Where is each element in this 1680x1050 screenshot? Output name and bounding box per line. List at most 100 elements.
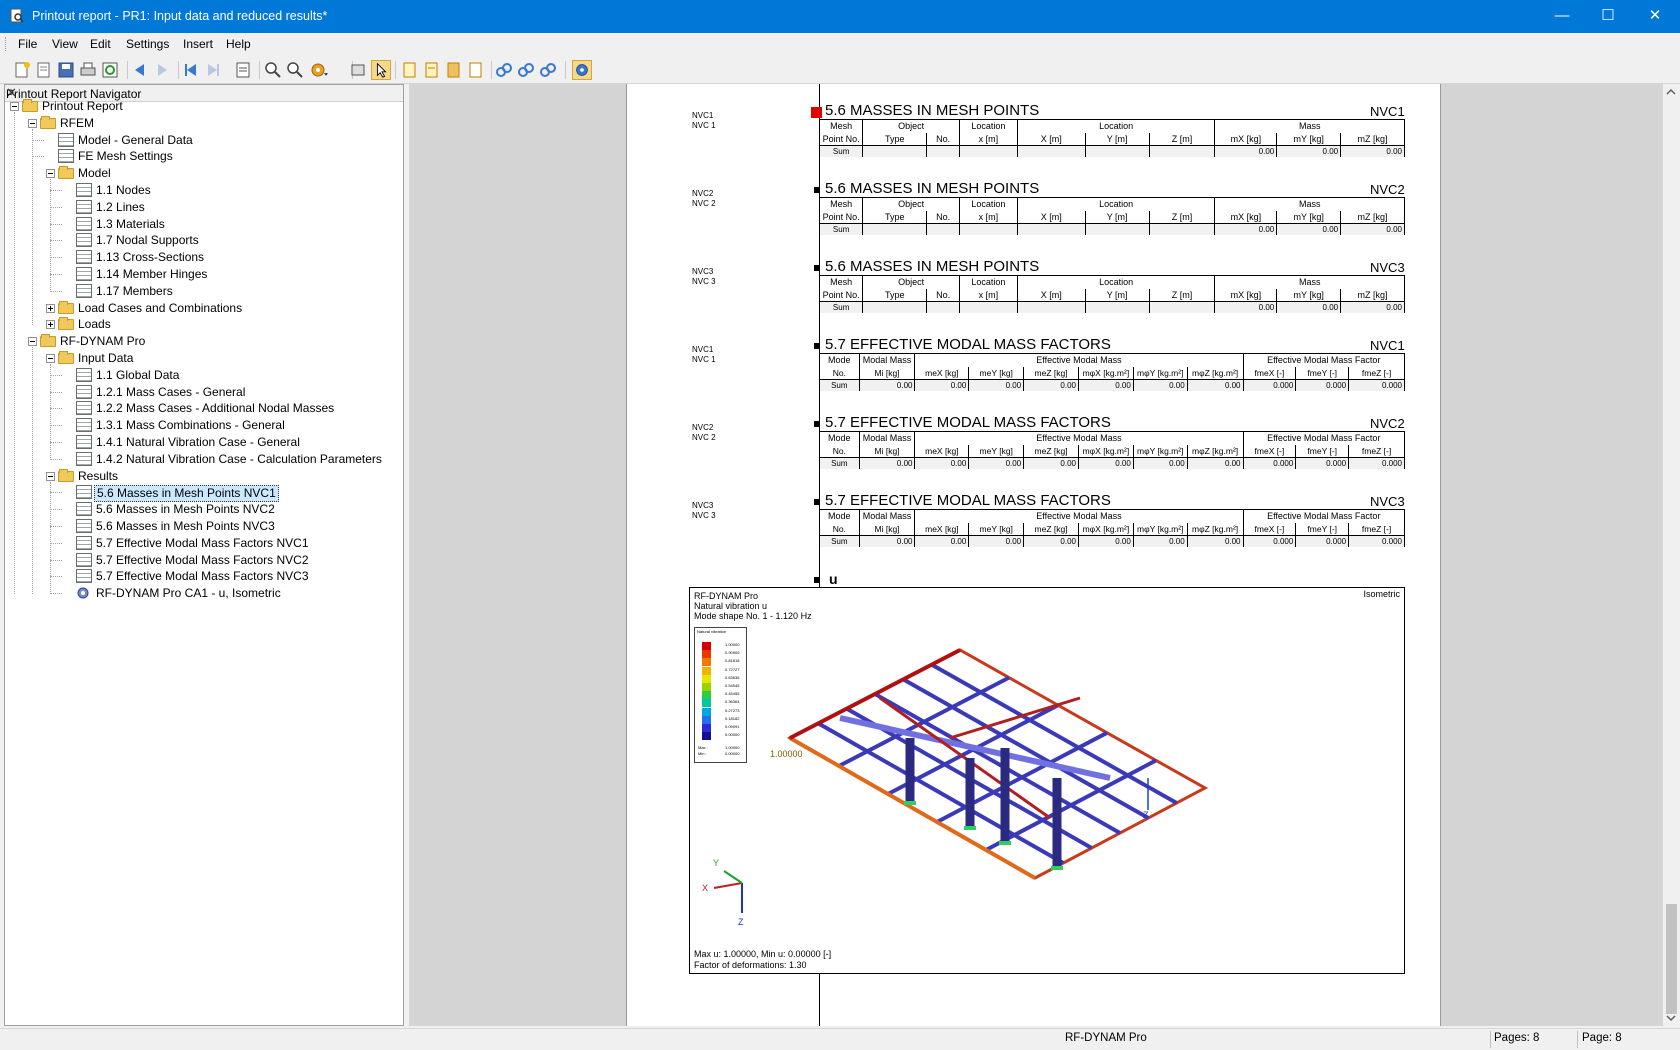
tree-item[interactable]: 1.4.2 Natural Vibration Case - Calculati… [5,451,400,469]
table-cell: 0.000 [1348,379,1405,391]
menu-edit[interactable]: Edit [90,37,111,51]
collapse-icon[interactable] [46,354,55,363]
table-header-cell: meX [kg] [914,522,970,536]
tree-item[interactable]: 5.7 Effective Modal Mass Factors NVC1 [5,535,400,553]
table-icon [76,367,92,382]
scroll-thumb[interactable] [1666,904,1677,1014]
scroll-down-icon[interactable] [1666,1014,1676,1022]
menu-file[interactable]: File [18,37,37,51]
tree-item[interactable]: 1.2 Lines [5,199,400,217]
tree-item[interactable]: 1.1 Nodes [5,182,400,200]
collapse-icon[interactable] [46,471,55,481]
last-page-icon[interactable] [203,60,223,80]
collapse-icon[interactable] [46,169,55,179]
link-edit-icon[interactable] [516,60,536,80]
table-cell: 0.000 [1243,535,1297,547]
scroll-up-icon[interactable] [1666,88,1676,96]
tree-item[interactable]: 5.7 Effective Modal Mass Factors NVC2 [5,552,400,570]
report-navigator: Printout Report Navigator ✕ Printout Rep… [4,84,404,1026]
table-header-row: No. Mi [kg] meX [kg] meY [kg] meZ [kg] mφX [k… [819,444,1405,458]
table-cell [1149,301,1216,313]
collapse-icon[interactable] [28,118,37,128]
collapse-icon[interactable] [10,102,19,111]
status-bar: RF-DYNAM Pro Pages: 8 Page: 8 [0,1028,1680,1050]
menu-insert[interactable]: Insert [183,37,213,51]
tree-item[interactable]: Input Data [5,350,400,368]
section-side-label: NVC2 [692,189,714,198]
tree-item[interactable]: 5.6 Masses in Mesh Points NVC1 [5,484,400,503]
tree-item[interactable]: RFEM [5,115,400,133]
table-cell: 0.00 [968,379,1025,391]
pointer-icon[interactable] [371,60,391,80]
tree-item[interactable]: 1.2.2 Mass Cases - Additional Nodal Mass… [5,400,400,418]
collapse-icon[interactable] [28,337,37,347]
refresh-icon[interactable] [100,60,120,80]
menu-settings[interactable]: Settings [126,37,169,51]
open-icon[interactable] [34,60,54,80]
tree-item[interactable]: 1.4.1 Natural Vibration Case - General [5,434,400,452]
zoom-out-icon[interactable] [285,60,305,80]
menu-help[interactable]: Help [226,37,251,51]
table-cell [1017,301,1086,313]
zoom-in-icon[interactable] [263,60,283,80]
mode-shape-graphic[interactable]: RF-DYNAM Pro Natural vibration u Mode shap… [689,587,1405,974]
page-setup-icon[interactable] [233,60,253,80]
tree-item[interactable]: Results [5,468,400,486]
tree-item[interactable]: FE Mesh Settings [5,148,400,166]
tree-item[interactable]: 1.3.1 Mass Combinations - General [5,417,400,435]
tree-item-label: RFEM [60,115,94,130]
maximize-button[interactable]: ☐ [1585,0,1631,33]
tree-item[interactable]: Printout Report [5,98,400,116]
link-icon[interactable] [494,60,514,80]
insert-text-icon[interactable] [421,60,441,80]
section-nvc: NVC2 [1370,182,1405,197]
insert-graphic-icon[interactable] [443,60,463,80]
new-report-icon[interactable] [12,60,32,80]
dynam-settings-icon[interactable] [572,60,592,80]
expand-icon[interactable] [46,303,55,313]
close-button[interactable]: ✕ [1632,0,1678,33]
section-marker [814,187,820,193]
tree-item[interactable]: RF-DYNAM Pro CA1 - u, Isometric [5,585,400,603]
settings-gear-icon[interactable] [309,60,329,80]
tree-item[interactable]: 1.2.1 Mass Cases - General [5,384,400,402]
tree-item[interactable]: Loads [5,316,400,334]
tree-item-label: 1.4.2 Natural Vibration Case - Calculati… [96,451,382,466]
table-cell: 0.00 [1340,301,1405,313]
tree-item[interactable]: 1.7 Nodal Supports [5,232,400,250]
tree-item[interactable]: Model - General Data [5,132,400,150]
menu-view[interactable]: View [52,37,78,51]
table-header-cell: Effective Modal Mass Factor [1243,431,1406,445]
tree-item[interactable]: 5.6 Masses in Mesh Points NVC2 [5,501,400,519]
folder-icon [58,468,74,482]
table-cell: 0.00 [1133,379,1188,391]
tree-item-label: 5.7 Effective Modal Mass Factors NVC2 [96,552,309,567]
tree-item[interactable]: 5.6 Masses in Mesh Points NVC3 [5,518,400,536]
unlink-icon[interactable] [538,60,558,80]
tree-item[interactable]: 1.14 Member Hinges [5,266,400,284]
table-header-row: Point No. Type No. x [m] X [m] Y [m] Z [m] mX [… [818,210,1405,224]
insert-blank-icon[interactable] [465,60,485,80]
vertical-scrollbar[interactable] [1663,84,1680,1026]
insert-page-icon[interactable] [399,60,419,80]
tree-item[interactable]: 5.7 Effective Modal Mass Factors NVC3 [5,568,400,586]
table-header-cell: mZ [kg] [1340,132,1405,146]
tree-item[interactable]: Model [5,165,400,183]
folder-icon [40,334,56,348]
forward-arrow-icon[interactable] [152,60,172,80]
section-side-label: NVC1 [692,345,714,354]
tree-item[interactable]: 1.17 Members [5,283,400,301]
tree-item[interactable]: 1.3 Materials [5,216,400,234]
back-arrow-icon[interactable] [130,60,150,80]
print-icon[interactable] [78,60,98,80]
tree-item[interactable]: RF-DYNAM Pro [5,333,400,351]
first-page-icon[interactable] [181,60,201,80]
tree-item[interactable]: 1.1 Global Data [5,367,400,385]
tree-item[interactable]: Load Cases and Combinations [5,300,400,318]
minimize-button[interactable]: — [1539,0,1585,33]
tree-item[interactable]: 1.13 Cross-Sections [5,249,400,267]
tree-item-label: 5.7 Effective Modal Mass Factors NVC3 [96,569,309,584]
selection-icon[interactable] [348,60,368,80]
save-icon[interactable] [56,60,76,80]
expand-icon[interactable] [46,320,55,330]
